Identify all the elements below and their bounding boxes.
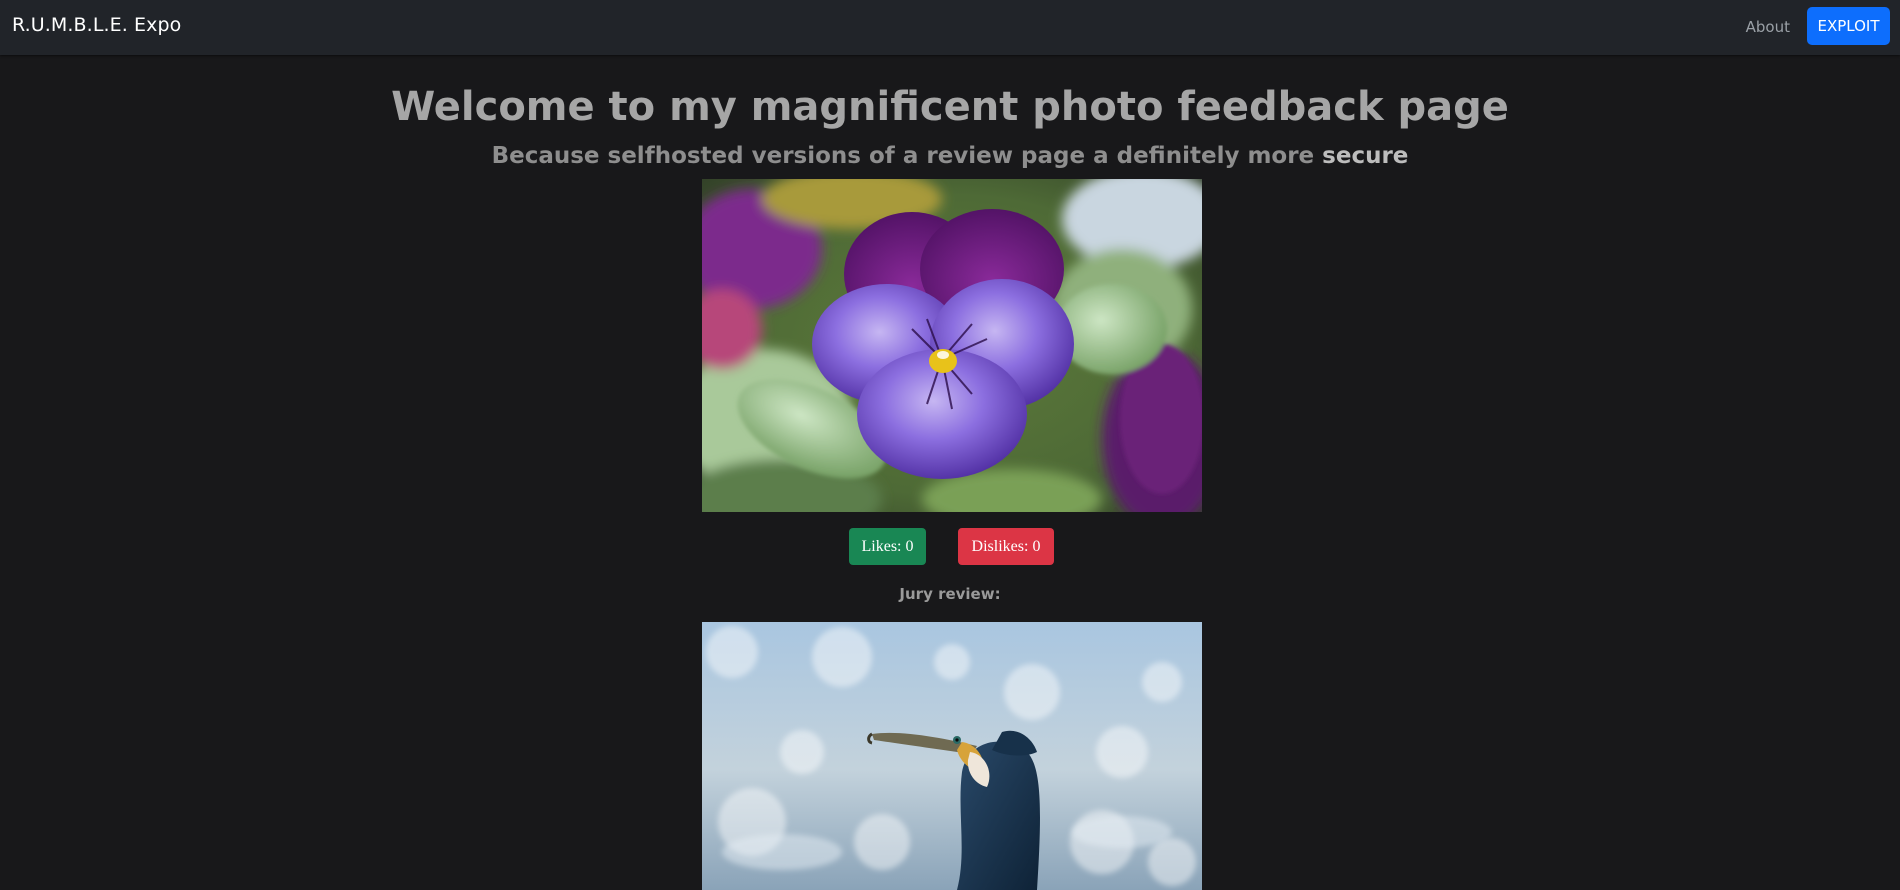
- brand-link[interactable]: R.U.M.B.L.E. Expo: [12, 14, 181, 36]
- like-button[interactable]: Likes: 0: [849, 528, 926, 565]
- page-title: Welcome to my magnificent photo feedback…: [391, 84, 1509, 130]
- page-subtitle: Because selfhosted versions of a review …: [0, 143, 1900, 169]
- photo-pansy: [702, 179, 1202, 512]
- subtitle-text: Because selfhosted versions of a review …: [491, 143, 1323, 169]
- exploit-button[interactable]: EXPLOIT: [1807, 7, 1890, 45]
- photo-cormorant: [702, 622, 1202, 890]
- dislike-button[interactable]: Dislikes: 0: [958, 528, 1054, 565]
- nav-link-about[interactable]: About: [1746, 18, 1790, 36]
- jury-review-label: Jury review:: [899, 585, 1001, 603]
- subtitle-emphasis: secure: [1322, 143, 1409, 169]
- navbar: R.U.M.B.L.E. Expo About EXPLOIT: [0, 0, 1900, 55]
